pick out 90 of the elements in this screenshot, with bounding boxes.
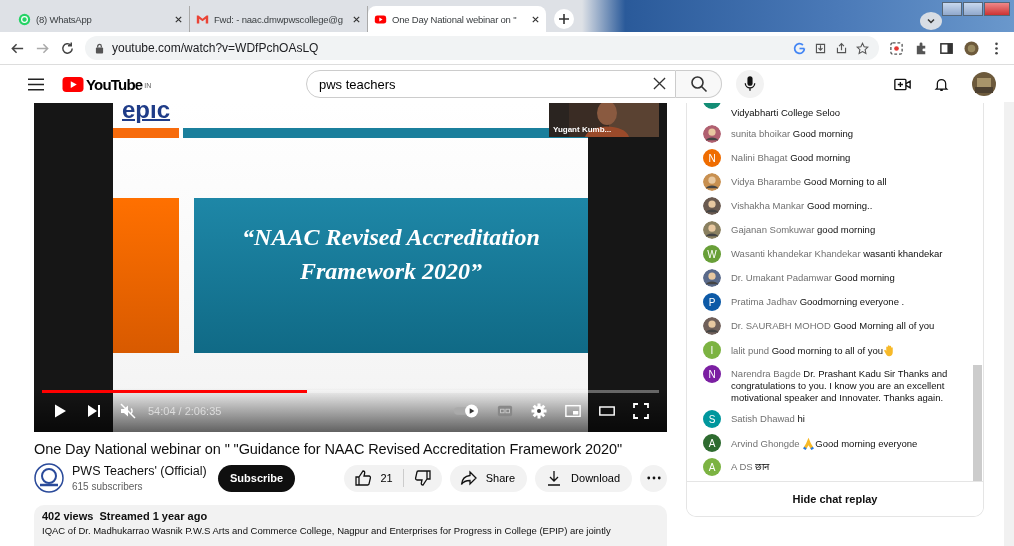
new-tab-button[interactable] (554, 9, 574, 29)
download-button[interactable]: Download (535, 464, 632, 492)
close-icon[interactable] (174, 14, 183, 24)
more-actions-button[interactable] (640, 464, 667, 492)
scrollbar-thumb[interactable] (973, 365, 982, 481)
chevron-down-icon (926, 16, 936, 26)
view-stats: 402 views Streamed 1 year ago (42, 510, 209, 522)
envelope-icon (196, 12, 209, 26)
settings-icon[interactable] (531, 403, 547, 419)
avatar-icon: S (703, 410, 721, 428)
more-icon (646, 476, 661, 480)
search-button[interactable] (676, 70, 722, 98)
description-text: IQAC of Dr. Madhukarrao Wasnik P.W.S Arts and Commerce College, Nagpur and Enterprises for Progress in College (EPIP) are jointly (42, 525, 612, 536)
profile-avatar-icon[interactable] (972, 72, 996, 96)
muted-speaker-icon[interactable] (120, 403, 136, 419)
video-player[interactable]: epic “NAAC Revised Accreditation Framework 2020” Yugant Kumb... 54:04 / 2:06:35 (34, 103, 667, 432)
slide-logo-text: epic (122, 103, 172, 123)
share-button[interactable]: Share (449, 464, 528, 492)
fullscreen-icon[interactable] (633, 403, 649, 419)
thumbs-up-icon (354, 469, 373, 487)
slide-title: “NAAC Revised Accreditation Framework 2020” (241, 223, 541, 286)
window-controls[interactable] (942, 2, 1010, 16)
description-box[interactable]: 402 views Streamed 1 year ago IQAC of Dr. Madhukarrao Wasnik P.W.S Arts and Commerce College, Nagpur and Enterprises for Progress in College (EPIP) are jointly (34, 505, 667, 546)
browser-tab[interactable]: (8) WhatsApp (12, 6, 190, 32)
chat-message: Vidya Bharambe Good Morning to all (731, 175, 888, 188)
logo-text[interactable]: YouTube (86, 75, 143, 93)
hide-chat-button[interactable]: Hide chat replay (687, 481, 983, 516)
search-field[interactable]: pws teachers (306, 70, 676, 98)
url-text[interactable]: youtube.com/watch?v=WDfPchOAsLQ (112, 41, 319, 55)
menu-icon[interactable] (28, 77, 44, 91)
slide-accent-bar (113, 128, 179, 138)
create-video-icon[interactable] (894, 76, 911, 92)
share-icon[interactable] (835, 41, 848, 55)
progress-bar[interactable] (42, 390, 659, 393)
miniplayer-icon[interactable] (565, 403, 581, 419)
chat-message: Vidyabharti College Seloo (731, 107, 842, 119)
chat-message: Dr. Umakant Padamwar Good morning (731, 271, 896, 284)
plus-icon (558, 13, 570, 25)
play-logo-icon (374, 12, 387, 26)
chat-message: Dr. SAURABH MOHOD Good Morning all of you (731, 319, 936, 332)
avatar-icon: N (703, 149, 721, 167)
chat-message: sunita bhoikar Good morning (731, 127, 854, 140)
avatar-icon: I (703, 341, 721, 359)
play-icon[interactable] (52, 403, 68, 419)
lock-icon[interactable] (95, 42, 104, 54)
reload-icon[interactable] (60, 40, 75, 56)
browser-tab[interactable]: One Day National webinar on " (368, 6, 546, 32)
install-icon[interactable] (814, 41, 827, 55)
autoplay-toggle-icon[interactable] (453, 403, 479, 419)
chat-bubble-icon (18, 12, 31, 26)
thumbs-down-icon (413, 469, 432, 487)
theater-mode-icon[interactable] (599, 403, 615, 419)
chat-message: Arvind Ghongde Good morning everyone (731, 436, 919, 450)
video-title: One Day National webinar on " "Guidance for NAAC Revised Accreditation Framework 2020" (34, 441, 622, 457)
chat-message: Narendra Bagde Dr. Prashant Kadu Sir Thanks and congratulations to you. I know you are an excellent motivational speaker and Innovater. Thanks again. (731, 367, 949, 404)
participant-name: Yugant Kumb... (553, 125, 612, 134)
chat-message: Pratima Jadhav Goodmorning everyone . (731, 295, 906, 308)
share-arrow-icon (459, 469, 478, 487)
google-g-icon[interactable] (793, 41, 806, 55)
next-icon[interactable] (86, 403, 102, 419)
star-icon[interactable] (856, 41, 869, 55)
microphone-button[interactable] (736, 70, 764, 98)
search-icon (689, 75, 708, 93)
channel-name[interactable]: PWS Teachers' (Official) (72, 464, 218, 478)
chat-message: A DS छान (731, 460, 771, 473)
chat-message: Satish Dhawad hi (731, 412, 806, 425)
emblem-icon[interactable] (34, 463, 64, 493)
record-icon[interactable] (889, 40, 904, 56)
address-bar[interactable]: youtube.com/watch?v=WDfPchOAsLQ (85, 36, 879, 60)
side-panel-icon[interactable] (939, 40, 954, 56)
close-icon[interactable] (653, 77, 666, 90)
avatar-icon: A (703, 458, 721, 476)
chat-message: Wasanti khandekar Khandekar wasanti khandekar (731, 247, 944, 260)
subscribe-button[interactable]: Subscribe (218, 464, 296, 492)
microphone-icon (744, 76, 756, 92)
time-display: 54:04 / 2:06:35 (148, 405, 222, 417)
avatar-icon: N (703, 365, 721, 383)
avatar-icon: P (703, 293, 721, 311)
chat-message: Gajanan Somkuwar good morning (731, 223, 877, 236)
profile-avatar-icon[interactable] (964, 40, 979, 56)
avatar-icon: W (703, 245, 721, 263)
avatar-icon: A (703, 434, 721, 452)
bell-icon[interactable] (933, 76, 950, 92)
play-logo-icon[interactable] (62, 76, 84, 92)
close-icon[interactable] (352, 14, 361, 24)
close-icon[interactable] (531, 14, 540, 24)
subscriber-count: 615 subscribers (72, 481, 144, 492)
chat-message: Nalini Bhagat Good morning (731, 151, 852, 164)
chat-message: Vishakha Mankar Good morning.. (731, 199, 874, 212)
chat-message: lalit pund Good morning to all of you (731, 341, 967, 357)
